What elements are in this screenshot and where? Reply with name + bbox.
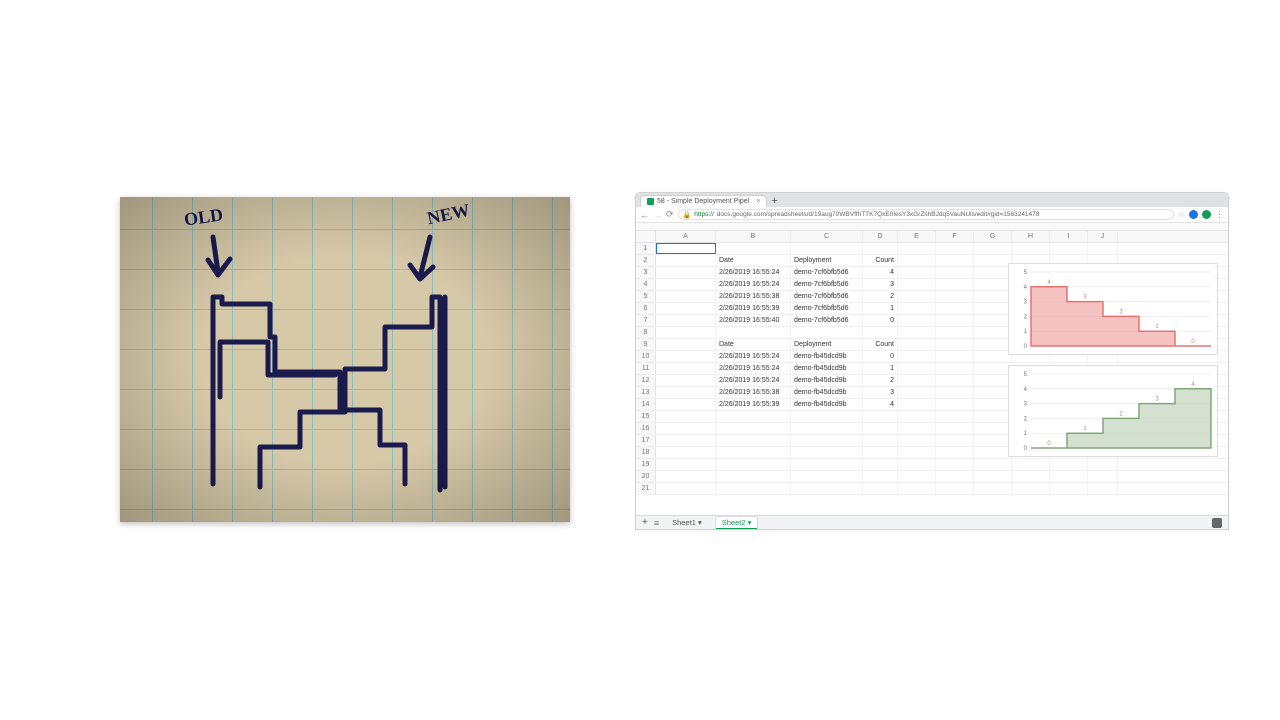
browser-window: 58 - Simple Deployment Pipel × + ← → ⟳ 🔒… — [635, 192, 1229, 530]
sheet-tabs-bar: + ≡ Sheet1 ▾ Sheet2 ▾ — [636, 515, 1228, 529]
svg-text:4: 4 — [1191, 382, 1195, 388]
lock-icon: 🔒 — [683, 211, 692, 219]
address-bar[interactable]: 🔒 https://docs.google.com/spreadsheets/d… — [678, 209, 1174, 220]
svg-text:0: 0 — [1024, 344, 1028, 350]
svg-text:3: 3 — [1083, 295, 1087, 301]
col-A[interactable]: A — [656, 231, 716, 242]
label-new: NEW — [425, 200, 471, 229]
svg-text:0: 0 — [1191, 339, 1195, 345]
col-I[interactable]: I — [1050, 231, 1088, 242]
sheet-tab-2[interactable]: Sheet2 ▾ — [715, 516, 759, 529]
svg-text:2: 2 — [1024, 416, 1028, 422]
svg-text:0: 0 — [1047, 441, 1051, 447]
browser-tab[interactable]: 58 - Simple Deployment Pipel × — [640, 195, 767, 207]
address-url: docs.google.com/spreadsheets/d/19aug70WB… — [717, 211, 1040, 218]
col-C[interactable]: C — [791, 231, 863, 242]
svg-text:0: 0 — [1024, 446, 1028, 452]
profile-icon[interactable] — [1202, 210, 1211, 219]
col-J[interactable]: J — [1088, 231, 1118, 242]
label-old: OLD — [183, 204, 225, 230]
svg-text:5: 5 — [1024, 270, 1028, 276]
explore-icon[interactable] — [1212, 518, 1222, 528]
menu-icon[interactable]: ⋮ — [1215, 209, 1224, 220]
browser-toolbar: ← → ⟳ 🔒 https://docs.google.com/spreadsh… — [636, 207, 1228, 223]
bookmark-icon[interactable]: ☆ — [1178, 210, 1185, 219]
svg-text:4: 4 — [1047, 280, 1051, 286]
col-F[interactable]: F — [936, 231, 974, 242]
col-H[interactable]: H — [1012, 231, 1050, 242]
chart-decreasing[interactable]: 0 1 2 3 4 5 4 3 2 1 0 — [1008, 263, 1218, 355]
sheet-tab-1[interactable]: Sheet1 ▾ — [665, 516, 709, 529]
sheets-favicon-icon — [647, 198, 654, 205]
col-E[interactable]: E — [898, 231, 936, 242]
col-D[interactable]: D — [863, 231, 898, 242]
address-secure: https:// — [694, 211, 714, 218]
forward-icon[interactable]: → — [653, 210, 662, 220]
browser-tabstrip: 58 - Simple Deployment Pipel × + — [636, 193, 1228, 207]
sheets-toolbar-area — [636, 223, 1228, 231]
svg-text:2: 2 — [1024, 314, 1028, 320]
svg-text:1: 1 — [1024, 329, 1028, 335]
svg-text:5: 5 — [1024, 372, 1028, 378]
reload-icon[interactable]: ⟳ — [666, 209, 674, 220]
new-tab-button[interactable]: + — [767, 195, 781, 207]
chart-increasing[interactable]: 0 1 2 3 4 5 0 1 2 3 4 — [1008, 365, 1218, 457]
sketch-photo: OLD NEW — [120, 197, 570, 522]
handdrawn-sketch — [120, 197, 570, 522]
svg-text:1: 1 — [1155, 324, 1159, 330]
svg-text:2: 2 — [1119, 411, 1123, 417]
svg-text:4: 4 — [1024, 285, 1028, 291]
browser-tab-title: 58 - Simple Deployment Pipel — [657, 198, 749, 205]
svg-text:1: 1 — [1024, 431, 1028, 437]
svg-text:3: 3 — [1024, 402, 1028, 408]
svg-text:4: 4 — [1024, 387, 1028, 393]
close-icon[interactable]: × — [756, 198, 760, 205]
svg-text:3: 3 — [1024, 300, 1028, 306]
svg-text:3: 3 — [1155, 397, 1159, 403]
add-sheet-button[interactable]: + — [642, 517, 648, 528]
col-B[interactable]: B — [716, 231, 791, 242]
col-G[interactable]: G — [974, 231, 1012, 242]
svg-text:2: 2 — [1119, 309, 1123, 315]
extension-icon[interactable] — [1189, 210, 1198, 219]
back-icon[interactable]: ← — [640, 210, 649, 220]
svg-text:1: 1 — [1083, 426, 1087, 432]
column-headers: A B C D E F G H I J — [636, 231, 1228, 243]
sheets-list-icon[interactable]: ≡ — [654, 518, 659, 528]
